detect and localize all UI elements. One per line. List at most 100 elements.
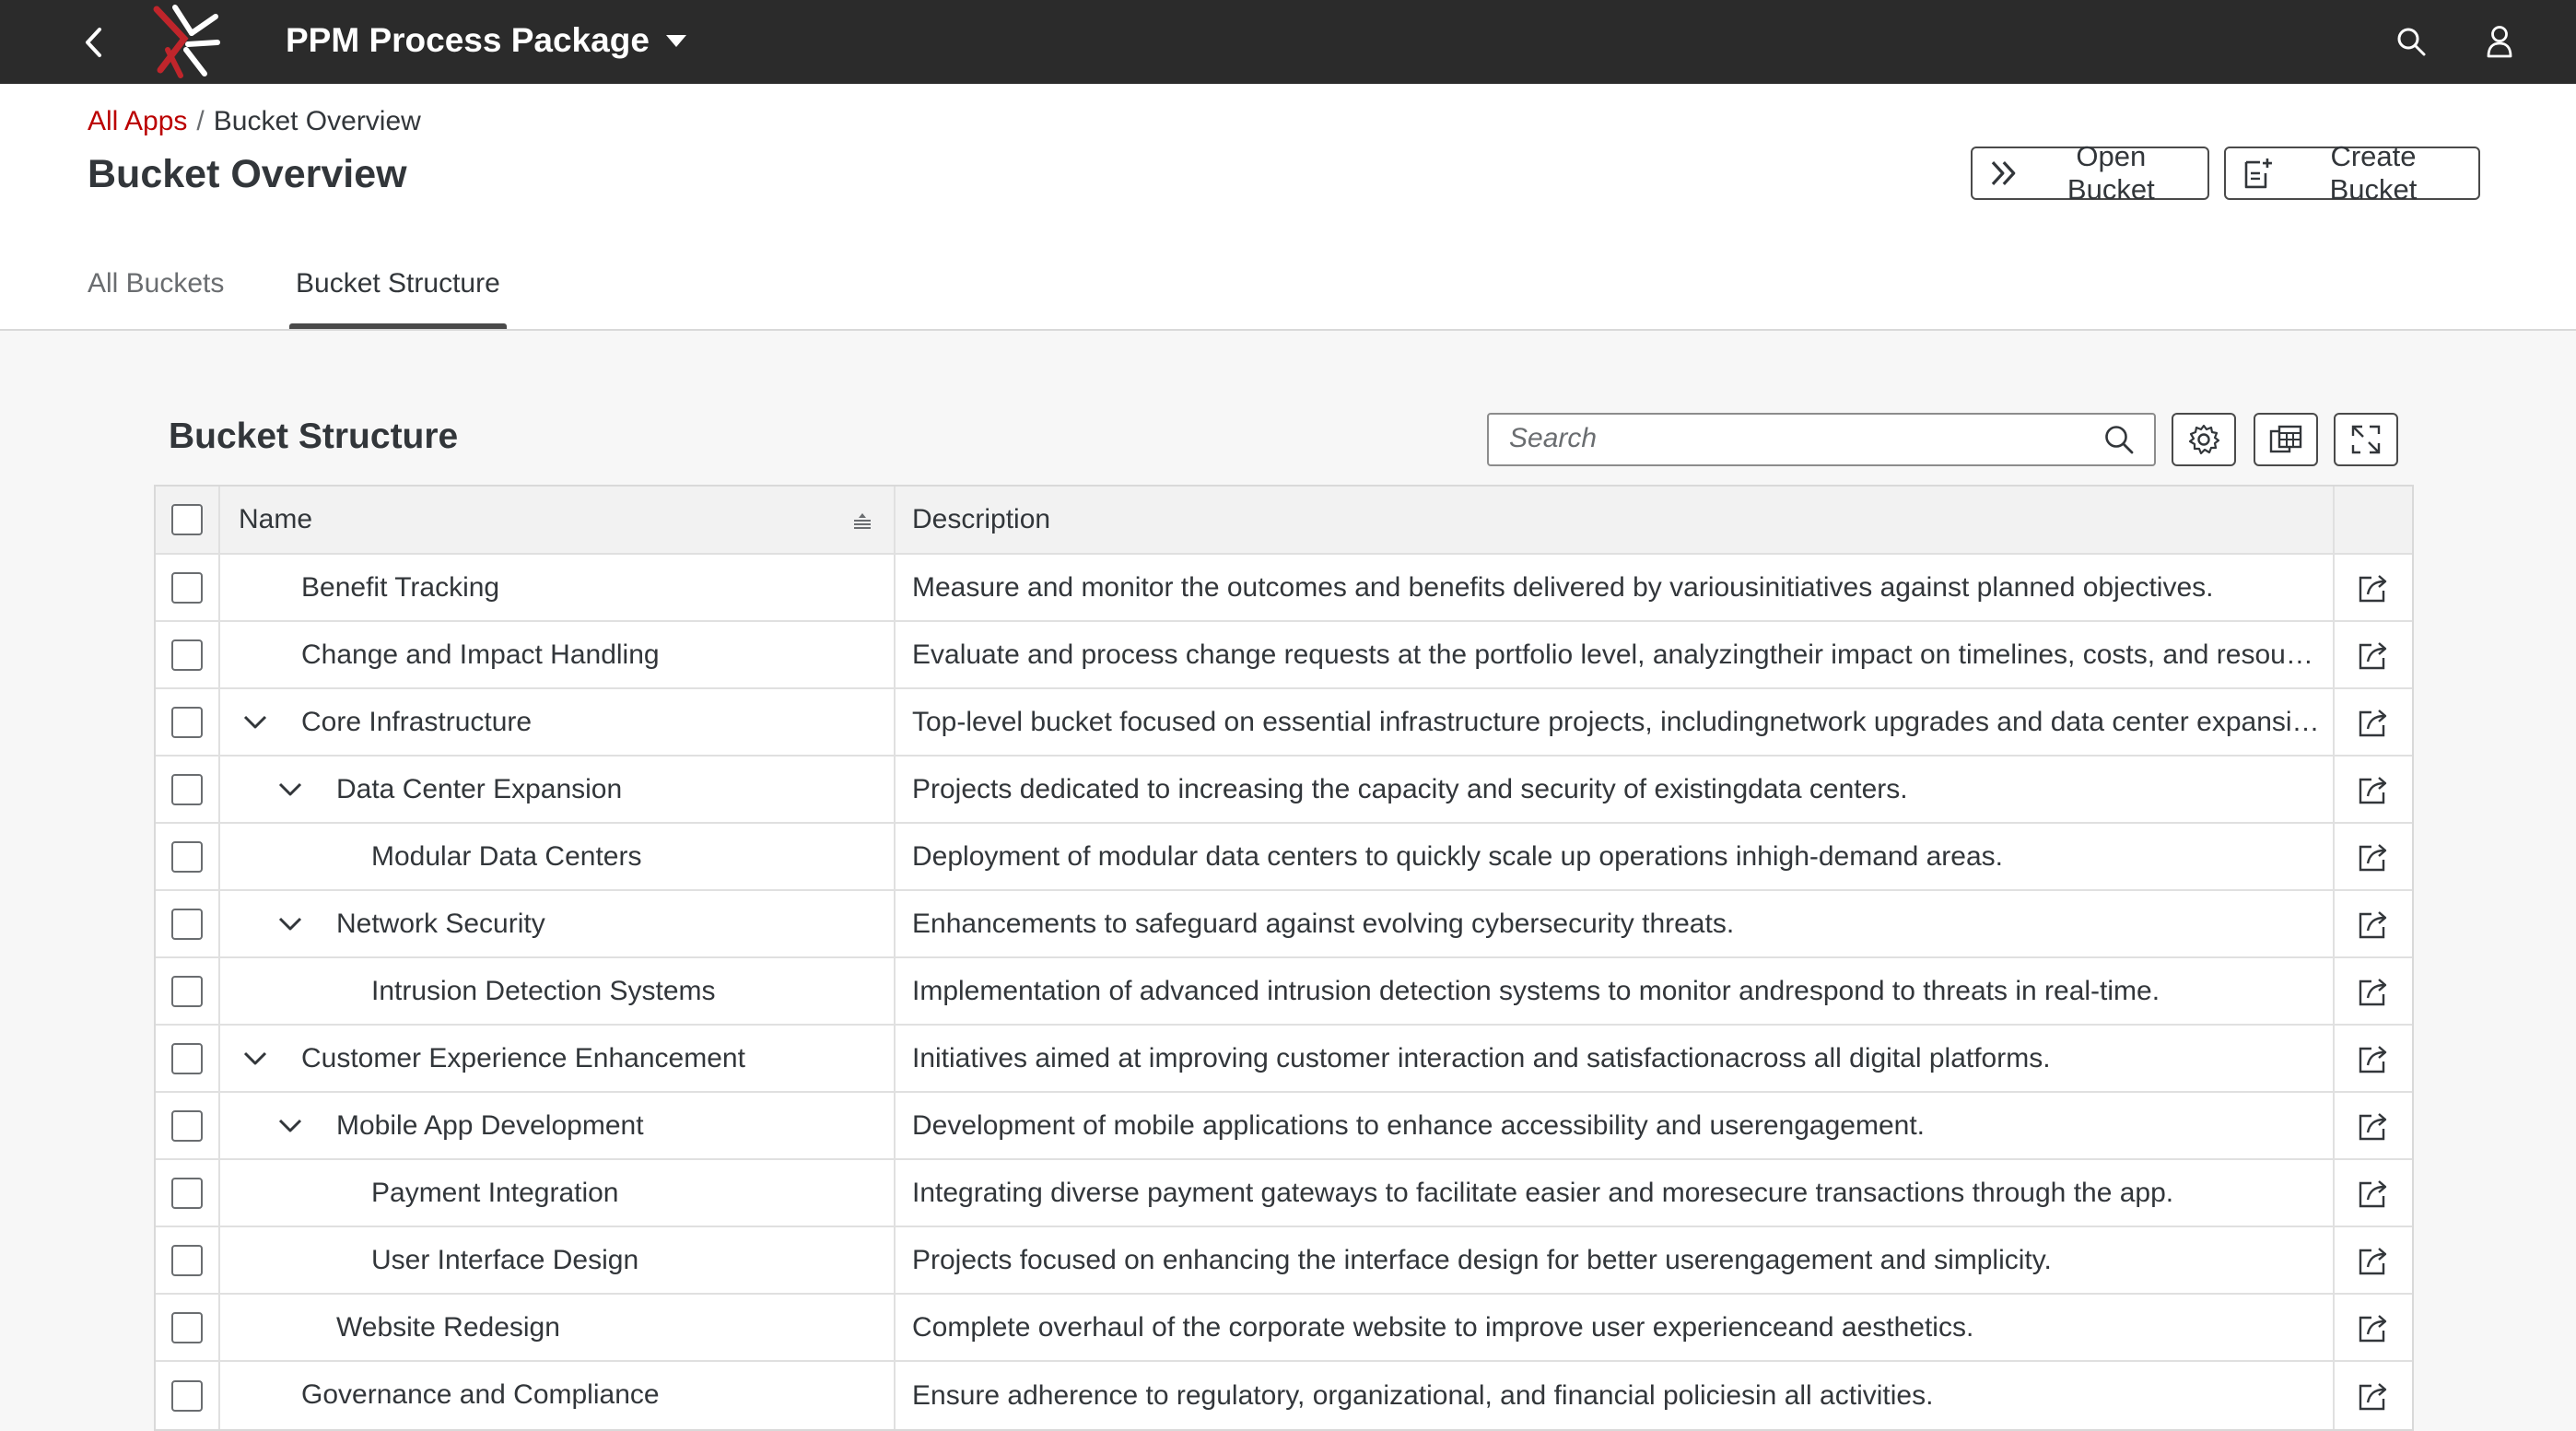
external-link-icon[interactable] — [2357, 1245, 2390, 1276]
table-row[interactable]: Governance and Compliance Ensure adherenc… — [156, 1362, 2412, 1429]
tab-all-buckets[interactable]: All Buckets — [88, 268, 224, 329]
row-checkbox-cell — [156, 824, 220, 889]
table-row[interactable]: Network Security Enhancements to safeguar… — [156, 891, 2412, 958]
create-bucket-label: Create Bucket — [2329, 140, 2418, 205]
chevron-down-icon — [243, 715, 267, 729]
row-checkbox-cell — [156, 689, 220, 755]
row-checkbox[interactable] — [171, 840, 203, 873]
external-link-icon[interactable] — [2357, 1178, 2390, 1209]
external-link-icon[interactable] — [2357, 1043, 2390, 1074]
user-profile-button[interactable] — [2476, 18, 2523, 65]
tab-selected-indicator — [289, 323, 507, 329]
row-name: Data Center Expansion — [336, 774, 623, 804]
row-action-cell — [2335, 1295, 2412, 1360]
row-checkbox[interactable] — [171, 975, 203, 1007]
row-checkbox[interactable] — [171, 1379, 203, 1412]
row-name-cell: Network Security — [220, 891, 896, 956]
open-bucket-button[interactable]: Open Bucket — [1971, 140, 2209, 205]
row-checkbox[interactable] — [171, 639, 203, 671]
row-checkbox-cell — [156, 1295, 220, 1360]
external-link-icon[interactable] — [2357, 909, 2390, 940]
expand-icon — [2351, 425, 2381, 454]
external-link-icon[interactable] — [2357, 841, 2390, 873]
table-title: Bucket Structure — [169, 416, 459, 456]
external-link-icon[interactable] — [2357, 976, 2390, 1007]
table-row[interactable]: Mobile App Development Development of mob… — [156, 1093, 2412, 1160]
table-row[interactable]: Change and Impact Handling Evaluate and p… — [156, 622, 2412, 689]
sort-icon[interactable] — [851, 512, 873, 531]
row-checkbox[interactable] — [171, 571, 203, 604]
row-description-cell: Ensure adherence to regulatory, organiza… — [896, 1362, 2335, 1429]
back-button[interactable] — [72, 20, 116, 65]
table-row[interactable]: Modular Data Centers Deployment of modula… — [156, 824, 2412, 891]
table-row[interactable]: Payment Integration Integrating diverse p… — [156, 1160, 2412, 1227]
spreadsheet-export-icon — [2269, 425, 2302, 453]
row-expand-toggle[interactable] — [274, 773, 307, 806]
table-row[interactable]: Customer Experience Enhancement Initiativ… — [156, 1026, 2412, 1093]
external-link-icon[interactable] — [2357, 1110, 2390, 1142]
user-icon — [2487, 26, 2512, 58]
external-link-icon[interactable] — [2357, 1312, 2390, 1343]
row-checkbox[interactable] — [171, 1109, 203, 1142]
table-row[interactable]: Data Center Expansion Projects dedicated … — [156, 757, 2412, 824]
row-description: Evaluate and process change requests at … — [912, 639, 2322, 670]
row-checkbox[interactable] — [171, 1244, 203, 1276]
column-header-description[interactable]: Description — [896, 487, 2335, 553]
row-name: Intrusion Detection Systems — [371, 976, 716, 1006]
row-description-cell: Evaluate and process change requests at … — [896, 622, 2335, 687]
page-header: All Apps / Bucket Overview Bucket Overvi… — [0, 84, 2576, 331]
page-title: Bucket Overview — [88, 152, 407, 196]
table-row[interactable]: User Interface Design Projects focused on… — [156, 1227, 2412, 1295]
table-row[interactable]: Core Infrastructure Top-level bucket focu… — [156, 689, 2412, 757]
bucket-structure-table: Name Description Benefit Tracking Measure… — [154, 485, 2414, 1431]
search-input[interactable] — [1509, 415, 2080, 463]
row-description-cell: Projects focused on enhancing the interf… — [896, 1227, 2335, 1293]
select-all-checkbox[interactable] — [171, 504, 203, 535]
table-settings-button[interactable] — [2172, 413, 2236, 466]
column-header-name[interactable]: Name — [220, 487, 896, 553]
row-name: Payment Integration — [371, 1178, 619, 1208]
create-bucket-button[interactable]: Create Bucket — [2224, 140, 2480, 205]
row-description: Top-level bucket focused on essential in… — [912, 706, 2322, 737]
row-expand-toggle[interactable] — [239, 1042, 272, 1075]
row-description: Projects dedicated to increasing the cap… — [912, 773, 1908, 804]
app-title-menu[interactable]: PPM Process Package — [286, 18, 686, 63]
row-description: Enhancements to safeguard against evolvi… — [912, 908, 1735, 939]
row-description: Ensure adherence to regulatory, organiza… — [912, 1379, 1934, 1411]
chevron-down-icon — [278, 1119, 302, 1132]
external-link-icon[interactable] — [2357, 707, 2390, 738]
caret-down-icon — [665, 34, 686, 47]
column-header-actions — [2335, 487, 2412, 553]
row-action-cell — [2335, 1362, 2412, 1429]
row-description-cell: Deployment of modular data centers to qu… — [896, 824, 2335, 889]
row-checkbox-cell — [156, 622, 220, 687]
row-checkbox[interactable] — [171, 706, 203, 738]
row-checkbox[interactable] — [171, 1177, 203, 1209]
row-checkbox[interactable] — [171, 773, 203, 805]
row-checkbox[interactable] — [171, 1311, 203, 1343]
fullscreen-button[interactable] — [2334, 413, 2398, 466]
table-row[interactable]: Website Redesign Complete overhaul of the… — [156, 1295, 2412, 1362]
breadcrumb-link-all-apps[interactable]: All Apps — [88, 106, 187, 137]
row-description: Development of mobile applications to en… — [912, 1109, 1925, 1141]
table-row[interactable]: Benefit Tracking Measure and monitor the … — [156, 555, 2412, 622]
row-action-cell — [2335, 622, 2412, 687]
external-link-icon[interactable] — [2357, 1380, 2390, 1412]
table-row[interactable]: Intrusion Detection Systems Implementatio… — [156, 958, 2412, 1026]
external-link-icon[interactable] — [2357, 572, 2390, 604]
row-expand-toggle[interactable] — [274, 908, 307, 941]
row-checkbox[interactable] — [171, 908, 203, 940]
external-link-icon[interactable] — [2357, 639, 2390, 671]
row-checkbox[interactable] — [171, 1042, 203, 1074]
tab-bucket-structure[interactable]: Bucket Structure — [289, 268, 507, 329]
search-icon — [2105, 426, 2134, 454]
external-link-icon[interactable] — [2357, 774, 2390, 805]
row-name-cell: Intrusion Detection Systems — [220, 958, 896, 1024]
row-checkbox-cell — [156, 891, 220, 956]
row-description-cell: Top-level bucket focused on essential in… — [896, 689, 2335, 755]
export-to-spreadsheet-button[interactable] — [2254, 413, 2318, 466]
row-expand-toggle[interactable] — [239, 706, 272, 739]
search-field-button[interactable] — [2102, 423, 2136, 461]
row-expand-toggle[interactable] — [274, 1109, 307, 1143]
shell-search-button[interactable] — [2388, 18, 2434, 65]
